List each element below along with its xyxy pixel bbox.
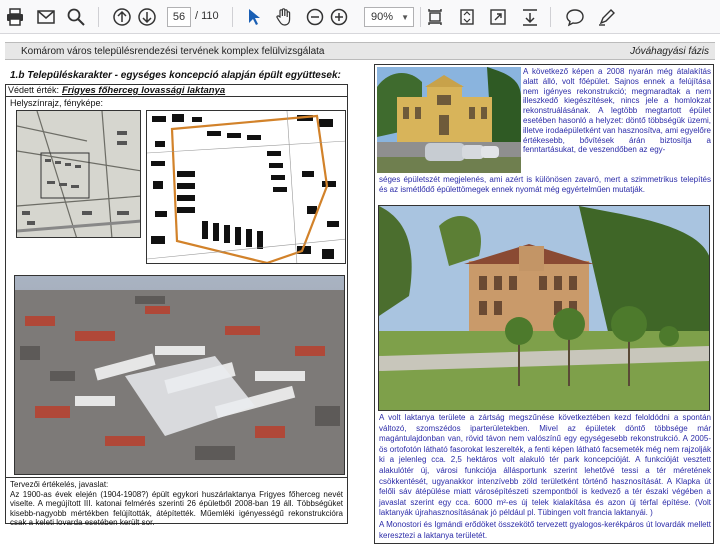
left-panel: Védett érték: Frigyes főherceg lovassági… (5, 84, 348, 527)
chevron-down-icon: ▼ (401, 13, 409, 22)
search-icon[interactable] (64, 5, 88, 29)
main-building-photo (377, 67, 521, 173)
download-icon[interactable] (518, 5, 542, 29)
right-text-3: A Monostori és Igmándi erődöket összeköt… (379, 520, 711, 540)
hand-icon[interactable] (272, 5, 296, 29)
toolbar-separator (98, 7, 99, 27)
select-cursor-icon[interactable] (242, 5, 266, 29)
fit-width-icon[interactable] (423, 5, 447, 29)
pdf-toolbar: 56 / 110 90% ▼ (0, 0, 720, 34)
email-icon[interactable] (34, 5, 58, 29)
arrow-up-icon[interactable] (110, 5, 134, 29)
right-text-1b: séges épületszét megjelenés, ami azért i… (379, 175, 711, 194)
toolbar-separator (550, 7, 551, 27)
aerial-photo-image (14, 275, 345, 475)
zoom-in-icon[interactable] (327, 5, 351, 29)
evaluation-title: Tervezői értékelés, javaslat: (10, 480, 109, 489)
historic-map-image (16, 110, 141, 238)
arrow-down-icon[interactable] (135, 5, 159, 29)
document-phase: Jóváhagyási fázis (630, 45, 709, 57)
protected-name: Frigyes főherceg lovassági laktanya (62, 85, 226, 96)
section-title: 1.b Településkarakter - egységes koncepc… (10, 70, 341, 81)
document-viewer[interactable]: Komárom város településrendezési tervéne… (0, 34, 720, 546)
protected-value-row: Védett érték: Frigyes főherceg lovassági… (6, 85, 347, 97)
site-plan-image (146, 110, 346, 264)
fit-page-icon[interactable] (455, 5, 479, 29)
print-icon[interactable] (3, 5, 27, 29)
fullscreen-icon[interactable] (486, 5, 510, 29)
barracks-park-photo (378, 205, 710, 411)
evaluation-box: Tervezői értékelés, javaslat: Az 1900-as… (6, 477, 347, 527)
toolbar-separator (420, 7, 421, 27)
page-number-input[interactable]: 56 (167, 7, 191, 27)
document-title: Komárom város településrendezési tervéne… (21, 45, 325, 57)
protected-label: Védett érték: (8, 85, 60, 95)
right-panel: A következő képen a 2008 nyarán még átal… (374, 64, 714, 544)
toolbar-separator (232, 7, 233, 27)
comment-icon[interactable] (563, 5, 587, 29)
page-total: / 110 (195, 10, 219, 22)
right-text-1: A következő képen a 2008 nyarán még átal… (523, 67, 711, 155)
zoom-select[interactable]: 90% ▼ (364, 7, 414, 27)
evaluation-text: Az 1900-as évek elején (1904-1908?) épül… (10, 489, 343, 528)
site-label: Helyszínrajz, fényképe: (10, 98, 104, 108)
zoom-out-icon[interactable] (303, 5, 327, 29)
right-text-2: A volt laktanya területe a zártság megsz… (379, 413, 711, 518)
document-header: Komárom város településrendezési tervéne… (5, 42, 715, 60)
draw-icon[interactable] (595, 5, 619, 29)
